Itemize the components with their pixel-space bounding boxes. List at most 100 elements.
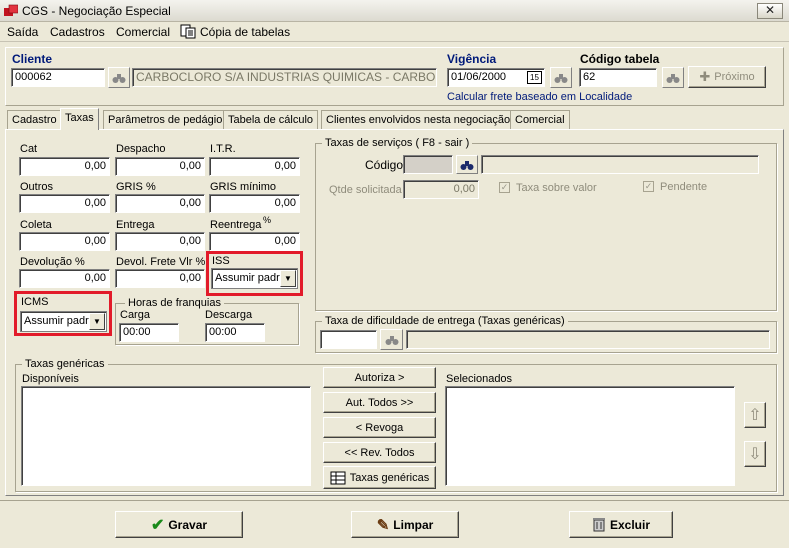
iss-select[interactable]: Assumir padrã ▼ bbox=[211, 268, 298, 289]
pendente-label: Pendente bbox=[660, 181, 708, 193]
carga-label: Carga bbox=[120, 309, 150, 321]
binoculars-icon bbox=[460, 161, 474, 170]
binoculars-icon bbox=[554, 74, 568, 83]
revoga-button[interactable]: < Revoga bbox=[323, 417, 436, 438]
cat-input[interactable]: 0,00 bbox=[19, 157, 110, 176]
tab-tabela-calculo[interactable]: Tabela de cálculo bbox=[223, 110, 319, 129]
copy-tables-icon bbox=[180, 24, 196, 39]
gris-minimo-input[interactable]: 0,00 bbox=[209, 194, 300, 213]
entrega-input[interactable]: 0,00 bbox=[115, 232, 205, 251]
reentrega-label: Reentrega bbox=[210, 219, 262, 231]
iss-label: ISS bbox=[212, 255, 230, 267]
coleta-label: Coleta bbox=[20, 219, 52, 231]
cliente-name-field: CARBOCLORO S/A INDUSTRIAS QUIMICAS - CAR… bbox=[132, 68, 437, 87]
codigo-tabela-input[interactable]: 62 bbox=[579, 68, 657, 87]
app-icon bbox=[4, 4, 18, 16]
qtde-solicitada-label: Qtde solicitada bbox=[329, 184, 402, 196]
iss-select-value: Assumir padrã bbox=[215, 272, 286, 284]
gravar-button[interactable]: ✔ Gravar bbox=[115, 511, 243, 538]
icms-select-value: Assumir padrã bbox=[24, 315, 95, 327]
move-up-button[interactable]: ⇧ bbox=[744, 402, 766, 428]
calendar-icon[interactable]: 15 bbox=[527, 71, 542, 84]
menu-comercial[interactable]: Comercial bbox=[116, 25, 170, 39]
taxa-sobre-valor-checkbox[interactable]: ✓ bbox=[499, 182, 510, 193]
dificuldade-title: Taxa de dificuldade de entrega (Taxas ge… bbox=[322, 315, 568, 327]
tab-comercial[interactable]: Comercial bbox=[510, 110, 570, 129]
move-down-button[interactable]: ⇩ bbox=[744, 441, 766, 467]
limpar-button[interactable]: ✎ Limpar bbox=[351, 511, 459, 538]
reentrega-input[interactable]: 0,00 bbox=[209, 232, 300, 251]
chevron-down-icon[interactable]: ▼ bbox=[89, 313, 105, 330]
dificuldade-search-button[interactable] bbox=[380, 329, 403, 350]
taxa-sobre-valor-label: Taxa sobre valor bbox=[516, 182, 597, 194]
codigo-servico-input[interactable] bbox=[403, 155, 453, 174]
arrow-up-icon: ⇧ bbox=[748, 407, 762, 424]
vigencia-date-input[interactable]: 01/06/2000 15 bbox=[447, 68, 545, 87]
menu-saida[interactable]: Saída bbox=[7, 25, 38, 39]
pendente-checkbox[interactable]: ✓ bbox=[643, 181, 654, 192]
selecionados-label: Selecionados bbox=[446, 373, 513, 385]
servico-search-button[interactable] bbox=[456, 155, 478, 174]
menu-cadastros[interactable]: Cadastros bbox=[50, 25, 105, 39]
gris-minimo-label: GRIS mínimo bbox=[210, 181, 277, 193]
menu-copia-tabelas[interactable]: Cópia de tabelas bbox=[200, 25, 290, 39]
codigo-servico-label: Código bbox=[365, 158, 404, 172]
cat-label: Cat bbox=[20, 143, 38, 155]
frete-info: Calcular frete baseado em Localidade bbox=[447, 91, 633, 103]
excluir-button[interactable]: Excluir bbox=[569, 511, 673, 538]
binoculars-icon bbox=[112, 74, 126, 83]
taxas-genericas-label: Taxas genéricas bbox=[349, 471, 430, 484]
cliente-label: Cliente bbox=[12, 52, 53, 66]
itr-input[interactable]: 0,00 bbox=[209, 157, 300, 176]
entrega-label: Entrega bbox=[116, 219, 155, 231]
tab-clientes-envolvidos[interactable]: Clientes envolvidos nesta negociação bbox=[321, 110, 516, 129]
icms-select[interactable]: Assumir padrã ▼ bbox=[20, 311, 107, 332]
selecionados-list[interactable] bbox=[445, 386, 735, 486]
plus-icon: ✚ bbox=[699, 69, 711, 84]
footer-divider bbox=[0, 500, 789, 501]
devol-frete-input[interactable]: 0,00 bbox=[115, 269, 205, 288]
dificuldade-input[interactable] bbox=[320, 330, 377, 349]
excluir-label: Excluir bbox=[609, 517, 651, 532]
qtde-solicitada-input: 0,00 bbox=[403, 180, 479, 199]
tab-cadastro[interactable]: Cadastro bbox=[7, 110, 62, 129]
autoriza-button[interactable]: Autoriza > bbox=[323, 367, 436, 388]
reentrega-pct-label: % bbox=[263, 215, 272, 225]
aut-todos-button[interactable]: Aut. Todos >> bbox=[323, 392, 436, 413]
vigencia-date-value: 01/06/2000 bbox=[451, 71, 507, 83]
carga-input[interactable]: 00:00 bbox=[119, 323, 179, 342]
arrow-down-icon: ⇩ bbox=[748, 446, 762, 463]
proximo-button[interactable]: ✚ Próximo bbox=[688, 66, 766, 88]
coleta-input[interactable]: 0,00 bbox=[19, 232, 110, 251]
binoculars-icon bbox=[666, 74, 680, 83]
tab-parametros-pedagio[interactable]: Parâmetros de pedágio bbox=[103, 110, 228, 129]
despacho-label: Despacho bbox=[116, 143, 166, 155]
disponiveis-list[interactable] bbox=[21, 386, 311, 486]
codigo-search-button[interactable] bbox=[662, 67, 684, 88]
despacho-input[interactable]: 0,00 bbox=[115, 157, 205, 176]
genericas-title: Taxas genéricas bbox=[22, 358, 108, 370]
close-button[interactable]: ✕ bbox=[757, 3, 783, 19]
disponiveis-label: Disponíveis bbox=[22, 373, 79, 385]
check-icon: ✔ bbox=[150, 516, 165, 534]
descarga-input[interactable]: 00:00 bbox=[205, 323, 265, 342]
devol-frete-label: Devol. Frete Vlr % bbox=[116, 256, 206, 268]
gris-label: GRIS % bbox=[116, 181, 156, 193]
outros-input[interactable]: 0,00 bbox=[19, 194, 110, 213]
cliente-code-input[interactable]: 000062 bbox=[11, 68, 105, 87]
devolucao-input[interactable]: 0,00 bbox=[19, 269, 110, 288]
cliente-search-button[interactable] bbox=[108, 67, 130, 88]
gris-input[interactable]: 0,00 bbox=[115, 194, 205, 213]
franquias-title: Horas de franquias bbox=[125, 297, 224, 309]
table-icon bbox=[330, 471, 346, 484]
chevron-down-icon[interactable]: ▼ bbox=[280, 270, 296, 287]
vigencia-search-button[interactable] bbox=[550, 67, 572, 88]
limpar-label: Limpar bbox=[393, 517, 434, 532]
vigencia-label: Vigência bbox=[447, 52, 497, 66]
taxas-genericas-button[interactable]: Taxas genéricas bbox=[323, 466, 436, 489]
trash-icon bbox=[592, 518, 605, 532]
tab-taxas[interactable]: Taxas bbox=[60, 108, 99, 130]
dificuldade-descricao-field bbox=[406, 330, 770, 349]
rev-todos-button[interactable]: << Rev. Todos bbox=[323, 442, 436, 463]
servicos-title: Taxas de serviços ( F8 - sair ) bbox=[322, 137, 473, 149]
